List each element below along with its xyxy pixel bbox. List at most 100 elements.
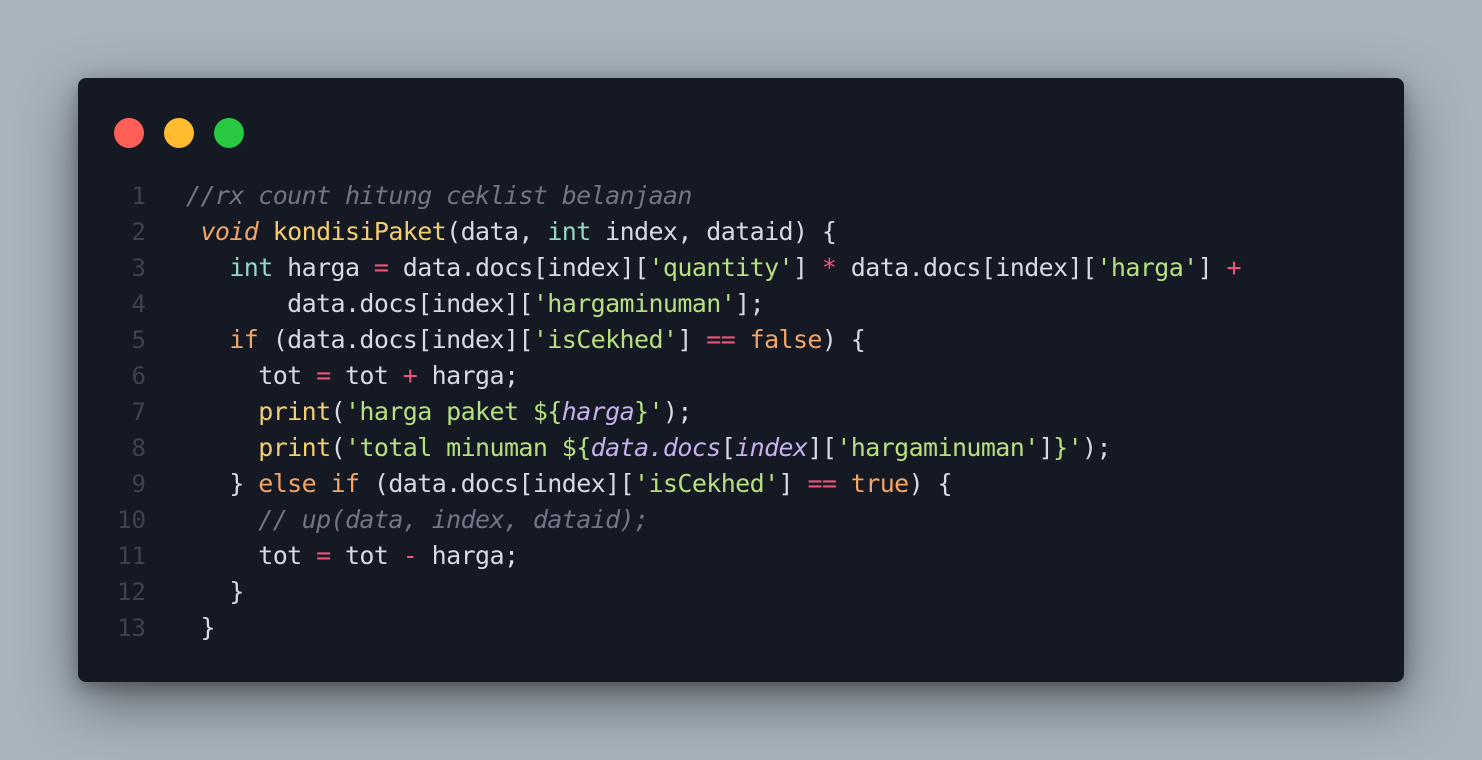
code-token: tot xyxy=(330,361,403,390)
code-token: (data.docs[index][ xyxy=(359,469,635,498)
code-token: harga; xyxy=(417,361,519,390)
line-number: 6 xyxy=(131,362,146,390)
code-token: int xyxy=(547,217,591,246)
code-token: if xyxy=(229,325,259,354)
code-block: 1 //rx count hitung ceklist belanjaan 2 vo… xyxy=(78,178,1404,646)
code-token: ] xyxy=(1038,433,1054,462)
code-line: 1 //rx count hitung ceklist belanjaan xyxy=(78,178,1404,214)
code-text: print('harga paket ${harga}'); xyxy=(186,394,692,430)
code-token: ] xyxy=(677,325,707,354)
line-number: 7 xyxy=(131,398,146,426)
code-token: (data.docs[index][ xyxy=(258,325,534,354)
code-token: harga xyxy=(272,253,374,282)
code-line: 10 // up(data, index, dataid); xyxy=(78,502,1404,538)
code-text: print('total minuman ${data.docs[index][… xyxy=(186,430,1111,466)
code-token: // up(data, index, dataid); xyxy=(258,505,649,534)
code-text: //rx count hitung ceklist belanjaan xyxy=(186,178,692,214)
code-token: data.docs xyxy=(590,433,722,462)
code-token: data.docs[index][ xyxy=(836,253,1097,282)
code-text: } else if (data.docs[index]['isCekhed'] … xyxy=(186,466,952,502)
code-token: (data, xyxy=(446,217,548,246)
minimize-dot-icon[interactable] xyxy=(164,118,194,148)
line-number: 9 xyxy=(131,470,146,498)
code-token: 'hargaminuman' xyxy=(836,433,1039,462)
code-line: 2 void kondisiPaket(data, int index, dat… xyxy=(78,214,1404,250)
code-token: void xyxy=(200,217,259,246)
window-controls xyxy=(114,118,244,148)
code-token: } xyxy=(186,577,244,606)
code-token: = xyxy=(316,541,331,570)
maximize-dot-icon[interactable] xyxy=(214,118,244,148)
code-token: 'harga paket ${ xyxy=(344,397,562,426)
code-line: 5 if (data.docs[index]['isCekhed'] == fa… xyxy=(78,322,1404,358)
code-text: tot = tot - harga; xyxy=(186,538,519,574)
code-token: }' xyxy=(1053,433,1083,462)
code-token: //rx count hitung ceklist belanjaan xyxy=(186,181,692,210)
code-line: 11 tot = tot - harga; xyxy=(78,538,1404,574)
code-text: data.docs[index]['hargaminuman']; xyxy=(186,286,765,322)
code-token: = xyxy=(373,253,389,282)
line-number: 2 xyxy=(131,218,146,246)
code-token: data.docs[index][ xyxy=(388,253,649,282)
code-token: = xyxy=(316,361,331,390)
code-text: void kondisiPaket(data, int index, datai… xyxy=(186,214,836,250)
code-token: true xyxy=(850,469,909,498)
code-token: tot xyxy=(330,541,403,570)
code-line: 12 } xyxy=(78,574,1404,610)
line-number: 1 xyxy=(131,182,146,210)
code-token: if xyxy=(330,469,361,498)
code-token: int xyxy=(229,253,273,282)
code-line: 9 } else if (data.docs[index]['isCekhed'… xyxy=(78,466,1404,502)
code-token: - xyxy=(402,541,418,570)
line-number: 13 xyxy=(117,614,146,642)
code-token: false xyxy=(749,325,823,354)
code-token: [ xyxy=(720,433,736,462)
code-token: ( xyxy=(330,397,346,426)
code-token: == xyxy=(706,325,736,354)
code-token: harga xyxy=(561,397,635,426)
line-number: 4 xyxy=(131,290,146,318)
line-number: 11 xyxy=(117,542,146,570)
code-token: 'isCekhed' xyxy=(634,469,779,498)
code-token: print xyxy=(258,433,331,462)
code-line: 7 print('harga paket ${harga}'); xyxy=(78,394,1404,430)
code-token: 'quantity' xyxy=(648,253,793,282)
line-number: 12 xyxy=(117,578,146,606)
code-token: ] xyxy=(792,253,822,282)
code-token: ) { xyxy=(908,469,953,498)
code-token: ); xyxy=(1082,433,1112,462)
code-token: + xyxy=(1226,253,1242,282)
code-token: } xyxy=(186,613,215,642)
code-token: ]; xyxy=(735,289,765,318)
line-number: 8 xyxy=(131,434,146,462)
code-line: 4 data.docs[index]['hargaminuman']; xyxy=(78,286,1404,322)
code-token: data.docs[index][ xyxy=(186,289,533,318)
code-token: ][ xyxy=(807,433,837,462)
code-token: } xyxy=(186,469,259,498)
code-line: 6 tot = tot + harga; xyxy=(78,358,1404,394)
code-token: harga; xyxy=(417,541,519,570)
code-token: kondisiPaket xyxy=(272,217,447,246)
code-text: // up(data, index, dataid); xyxy=(186,502,649,538)
code-token: 'harga' xyxy=(1096,253,1198,282)
code-text: tot = tot + harga; xyxy=(186,358,519,394)
code-line: 13 } xyxy=(78,610,1404,646)
line-number: 5 xyxy=(131,326,146,354)
code-token: 'total minuman ${ xyxy=(344,433,591,462)
code-token: ] xyxy=(778,469,808,498)
code-window: 1 //rx count hitung ceklist belanjaan 2 vo… xyxy=(78,78,1404,682)
close-dot-icon[interactable] xyxy=(114,118,144,148)
code-token: == xyxy=(807,469,837,498)
code-token: tot xyxy=(186,361,317,390)
code-token: index xyxy=(735,433,808,462)
code-text: if (data.docs[index]['isCekhed'] == fals… xyxy=(186,322,865,358)
